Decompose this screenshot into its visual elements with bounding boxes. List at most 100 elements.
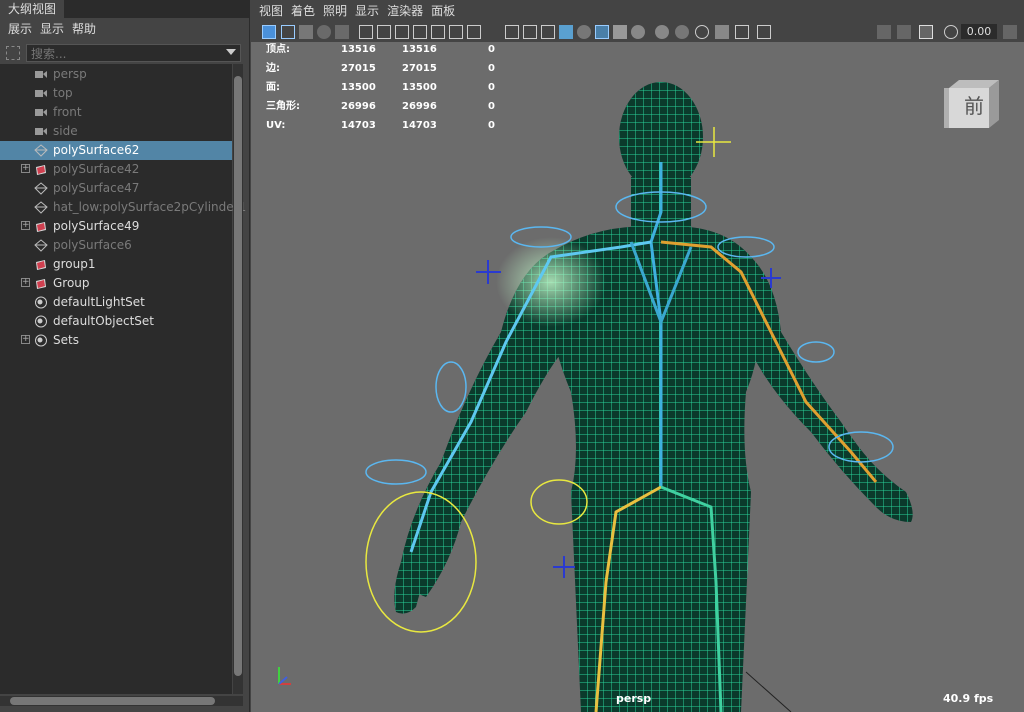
outliner-item[interactable]: top xyxy=(0,84,232,103)
exposure-field[interactable]: 0.00 xyxy=(961,24,997,39)
outliner-item[interactable]: hat_low:polySurface2pCylinder1 xyxy=(0,198,246,217)
outliner-tab[interactable]: 大纲视图 xyxy=(0,0,249,18)
hud-value: 13516 xyxy=(402,44,437,55)
isolate-select-icon[interactable] xyxy=(735,25,749,39)
outliner-item-label: Sets xyxy=(53,333,79,347)
view-cube[interactable]: 前 xyxy=(944,80,1004,133)
menu-panels[interactable]: 面板 xyxy=(431,0,455,22)
expand-icon[interactable]: + xyxy=(21,335,30,344)
expand-icon[interactable]: + xyxy=(21,278,30,287)
gamma-field-icon[interactable] xyxy=(1003,25,1017,39)
outliner-item-label: top xyxy=(53,86,73,100)
outliner-item[interactable]: polySurface6 xyxy=(0,236,232,255)
fps-counter: 40.9 fps xyxy=(943,692,994,705)
film-gate-icon[interactable] xyxy=(395,25,409,39)
menu-help[interactable]: 帮助 xyxy=(72,18,96,40)
camera-icon xyxy=(34,68,48,81)
hud-label: 三角形: xyxy=(266,101,300,112)
outliner-item[interactable]: polySurface62 xyxy=(0,141,232,160)
2d-pan-icon[interactable] xyxy=(335,25,349,39)
hud-value: 26996 xyxy=(341,101,376,112)
outliner-item-label: persp xyxy=(53,67,87,81)
search-input[interactable] xyxy=(27,45,223,63)
bookmark-icon[interactable] xyxy=(299,25,313,39)
resolution-gate-icon[interactable] xyxy=(413,25,427,39)
lights-icon[interactable] xyxy=(613,25,627,39)
color-management-icon[interactable] xyxy=(897,25,911,39)
outliner-item[interactable]: polySurface47 xyxy=(0,179,232,198)
vertical-scrollbar[interactable] xyxy=(233,64,243,694)
outliner-item[interactable]: + Sets xyxy=(0,331,232,350)
set-icon xyxy=(34,315,48,328)
menu-display[interactable]: 显示 xyxy=(40,18,64,40)
xray-icon[interactable] xyxy=(577,25,591,39)
outliner-item[interactable]: + Group xyxy=(0,274,232,293)
ambient-occlusion-icon[interactable] xyxy=(655,25,669,39)
image-plane-icon[interactable] xyxy=(317,25,331,39)
viewport-menubar: 视图 着色 照明 显示 渲染器 面板 xyxy=(251,0,1024,22)
hud-value: 27015 xyxy=(341,63,376,74)
scroll-thumb[interactable] xyxy=(10,697,215,705)
hud-value: 14703 xyxy=(402,120,437,131)
outliner-item-label: defaultLightSet xyxy=(53,295,145,309)
hud-label: 面: xyxy=(266,82,280,93)
scroll-thumb[interactable] xyxy=(234,76,242,676)
filter-icon[interactable] xyxy=(6,46,20,60)
horizontal-scrollbar[interactable] xyxy=(0,696,243,706)
search-box[interactable] xyxy=(26,44,241,63)
mesh-icon xyxy=(34,182,48,195)
outliner-item[interactable]: persp xyxy=(0,65,232,84)
menu-renderer[interactable]: 渲染器 xyxy=(387,0,423,22)
textured-icon[interactable] xyxy=(595,25,609,39)
outliner-item[interactable]: + polySurface49 xyxy=(0,217,232,236)
camera-icon xyxy=(34,87,48,100)
menu-lighting[interactable]: 照明 xyxy=(323,0,347,22)
mesh-icon xyxy=(34,144,48,157)
anti-aliasing-icon[interactable] xyxy=(695,25,709,39)
hud-value: 26996 xyxy=(402,101,437,112)
depth-of-field-icon[interactable] xyxy=(715,25,729,39)
viewport-toolbar: 0.00 xyxy=(251,22,1024,42)
outliner-item-label: Group xyxy=(53,276,90,290)
outliner-item[interactable]: group1 xyxy=(0,255,232,274)
hud-value: 13500 xyxy=(341,82,376,93)
exposure-icon[interactable] xyxy=(919,25,933,39)
safe-title-icon[interactable] xyxy=(505,25,519,39)
hud-value: 13500 xyxy=(402,82,437,93)
outliner-item-label: polySurface47 xyxy=(53,181,140,195)
outliner-item[interactable]: front xyxy=(0,103,232,122)
outliner-item-label: front xyxy=(53,105,82,119)
view-cube-label: 前 xyxy=(964,94,984,118)
wireframe-on-shaded-icon[interactable] xyxy=(559,25,573,39)
hud-value: 0 xyxy=(488,63,495,74)
shadows-icon[interactable] xyxy=(631,25,645,39)
outliner-item[interactable]: defaultObjectSet xyxy=(0,312,232,331)
safe-action-icon[interactable] xyxy=(467,25,481,39)
xray-active-icon[interactable] xyxy=(877,25,891,39)
outliner-item-label: side xyxy=(53,124,78,138)
camera-attributes-icon[interactable] xyxy=(281,25,295,39)
chevron-down-icon[interactable] xyxy=(226,49,236,55)
gamma-icon[interactable] xyxy=(944,25,958,39)
camera-icon xyxy=(34,106,48,119)
menu-show[interactable]: 显示 xyxy=(355,0,379,22)
viewport-canvas[interactable]: 顶点: 13516 13516 0 边: 27015 27015 0 面: 13500 13500 0… xyxy=(251,42,1024,712)
wireframe-icon[interactable] xyxy=(523,25,537,39)
outliner-item[interactable]: + polySurface42 xyxy=(0,160,232,179)
grease-pencil-icon[interactable] xyxy=(359,25,373,39)
expand-icon[interactable]: + xyxy=(21,164,30,173)
field-chart-icon[interactable] xyxy=(449,25,463,39)
expand-icon[interactable]: + xyxy=(21,221,30,230)
outliner-item[interactable]: side xyxy=(0,122,232,141)
menu-show[interactable]: 展示 xyxy=(8,18,32,40)
menu-view[interactable]: 视图 xyxy=(259,0,283,22)
gate-mask-icon[interactable] xyxy=(431,25,445,39)
smooth-shade-icon[interactable] xyxy=(541,25,555,39)
grid-icon[interactable] xyxy=(377,25,391,39)
outliner-item[interactable]: defaultLightSet xyxy=(0,293,232,312)
menu-shading[interactable]: 着色 xyxy=(291,0,315,22)
outliner-item-label: defaultObjectSet xyxy=(53,314,155,328)
motion-blur-icon[interactable] xyxy=(675,25,689,39)
select-camera-icon[interactable] xyxy=(262,25,276,39)
xray-joints-icon[interactable] xyxy=(757,25,771,39)
